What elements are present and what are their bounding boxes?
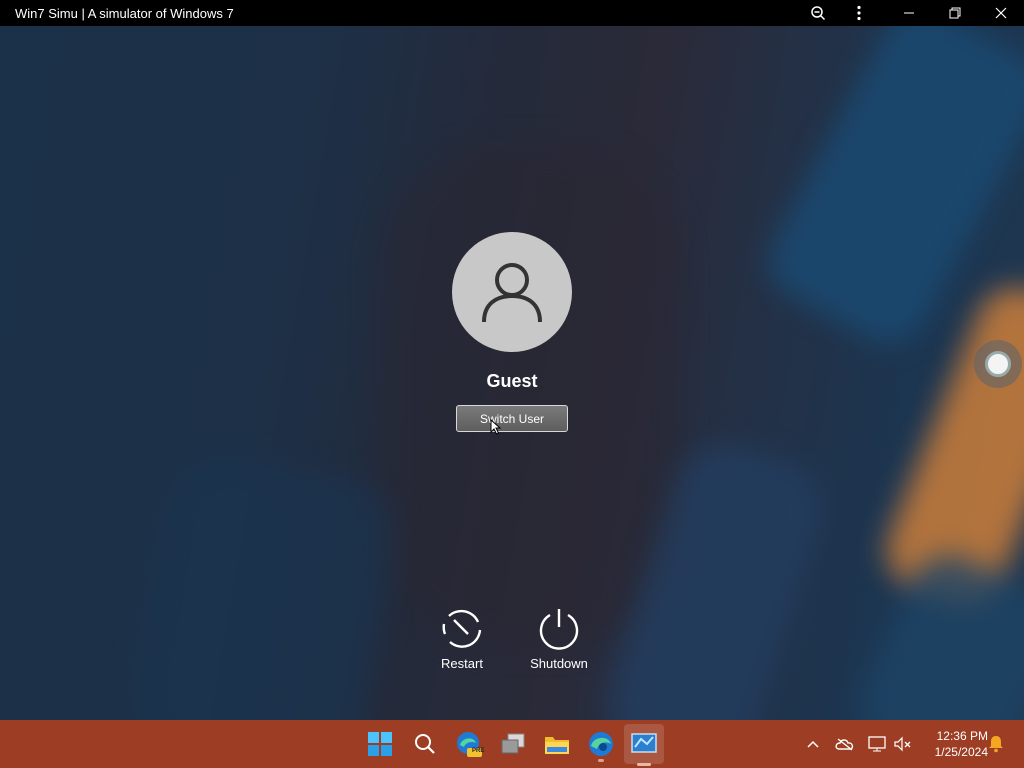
show-hidden-icons-button[interactable] [803,734,823,754]
assistive-touch-icon [985,351,1011,377]
restore-icon [949,7,961,19]
close-button[interactable] [978,0,1024,26]
chevron-up-icon [807,740,819,748]
taskbar-win7-simu[interactable] [624,724,664,766]
user-icon [482,263,542,323]
edge-preview-badge: PRE [472,748,485,754]
active-indicator [637,763,651,766]
windows-start-icon [368,732,392,756]
taskbar-edge-preview[interactable]: PRE [453,728,485,760]
window-title: Win7 Simu | A simulator of Windows 7 [15,6,234,21]
taskbar-search-button[interactable] [409,728,441,760]
shutdown-button[interactable]: Shutdown [519,606,599,671]
power-icon [539,609,579,650]
window-title-bar: Win7 Simu | A simulator of Windows 7 [0,0,1024,26]
close-icon [995,7,1007,19]
virtual-desktop-icon [501,733,525,754]
floating-assistive-button[interactable] [974,340,1022,388]
network-icon [868,736,886,752]
start-button[interactable] [364,728,396,760]
taskbar: PRE 12:36 PM 1/25/2024 [0,720,1024,768]
zoom-out-icon [811,6,826,21]
notification-bell-icon [989,736,1003,753]
switch-user-button[interactable]: Switch User [456,405,568,432]
clock-date: 1/25/2024 [934,745,988,759]
restart-icon [442,609,482,648]
volume-tray[interactable] [893,734,913,754]
taskbar-edge[interactable] [585,728,617,762]
shutdown-label: Shutdown [530,656,588,671]
minimize-button[interactable] [886,0,932,26]
win7-simu-icon [631,733,657,753]
user-avatar [452,232,572,352]
taskbar-task-view[interactable] [497,728,529,760]
minimize-icon [904,12,914,14]
restore-button[interactable] [932,0,978,26]
volume-muted-icon [894,736,911,752]
restart-label: Restart [441,656,483,671]
clock-time: 12:36 PM [936,729,988,743]
onedrive-tray[interactable] [835,734,855,754]
file-explorer-icon [545,737,569,754]
search-icon [415,734,435,754]
network-tray[interactable] [867,734,887,754]
username-label: Guest [486,371,538,391]
edge-icon [589,732,613,756]
notification-button[interactable] [986,734,1006,754]
taskbar-file-explorer[interactable] [541,728,573,760]
restart-button[interactable]: Restart [422,606,502,671]
kebab-menu-icon [857,5,861,21]
onedrive-icon [835,738,854,751]
mouse-pointer-icon [490,419,502,435]
running-indicator [598,759,604,762]
taskbar-clock[interactable]: 12:36 PM 1/25/2024 [916,728,988,760]
zoom-button[interactable] [795,0,841,26]
more-options-button[interactable] [836,0,882,26]
